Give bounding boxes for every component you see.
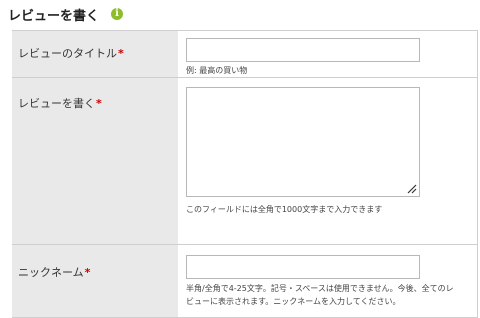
label-cell: レビューのタイトル* [12,31,178,77]
form-row-nickname: ニックネーム* 半角/全角で4-25文字。記号・スペースは使用できません。今後、… [12,245,478,318]
form-row-review-title: レビューのタイトル* 例: 最高の買い物 [12,31,478,78]
required-mark: * [96,97,102,110]
review-title-input[interactable] [186,38,420,62]
nickname-help-line-2: ビューに表示されます。ニックネームを入力してください。 [186,297,401,306]
resize-grip-icon[interactable] [407,184,417,194]
nickname-label-text: ニックネーム [18,266,84,279]
required-mark: * [118,47,124,60]
nickname-label: ニックネーム* [18,264,90,280]
field-cell: 例: 最高の買い物 [178,31,478,77]
review-title-help: 例: 最高の買い物 [186,66,248,75]
review-title-label: レビューのタイトル* [18,45,124,61]
field-cell: 半角/全角で4-25文字。記号・スペースは使用できません。今後、全てのレ ビュー… [178,245,478,317]
required-mark: * [84,266,91,279]
form-row-review-body: レビューを書く* このフィールドには全角で1000文字まで入力できます [12,78,478,245]
info-icon[interactable]: i [111,8,124,20]
nickname-help-line-1: 半角/全角で4-25文字。記号・スペースは使用できません。今後、全てのレ [186,284,454,293]
nickname-input[interactable] [186,255,420,279]
review-body-label: レビューを書く* [18,95,102,111]
label-cell: レビューを書く* [12,78,178,244]
review-body-help: このフィールドには全角で1000文字まで入力できます [186,205,383,214]
review-body-textarea[interactable] [186,87,420,197]
label-cell: ニックネーム* [12,245,178,317]
review-body-label-text: レビューを書く [18,97,95,110]
page-title: レビューを書く [8,8,100,24]
review-form: レビューのタイトル* 例: 最高の買い物 レビューを書く* このフィールドには全… [12,30,478,318]
section-header: レビューを書く i [8,4,124,24]
review-title-label-text: レビューのタイトル [18,47,117,60]
field-cell: このフィールドには全角で1000文字まで入力できます [178,78,478,244]
